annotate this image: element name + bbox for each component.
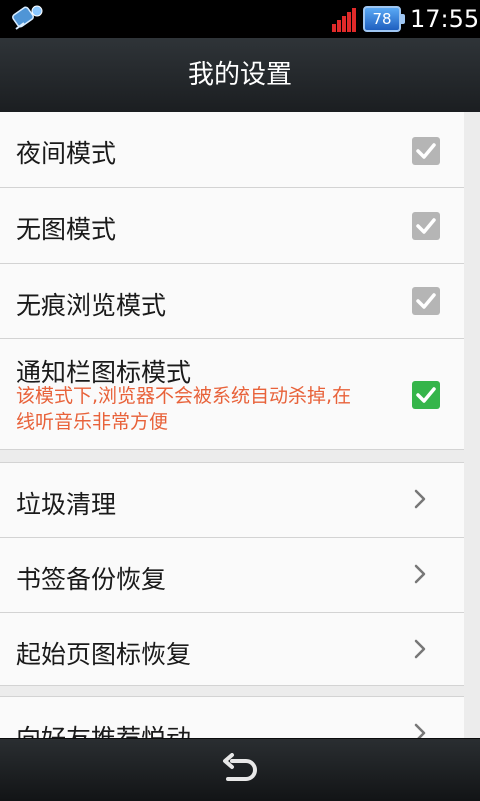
menu-row-homepage-icon-restore[interactable]: 起始页图标恢复 xyxy=(0,613,464,686)
scrollbar-track[interactable] xyxy=(464,112,480,738)
chevron-right-icon xyxy=(414,564,426,584)
clock-time: 17:55 xyxy=(410,5,480,33)
check-icon xyxy=(416,143,436,159)
title-bar: 我的设置 xyxy=(0,38,480,113)
incognito-mode-checkbox[interactable] xyxy=(412,287,440,315)
menu-row-recommend-friends[interactable]: 向好友推荐悦动 xyxy=(0,696,464,738)
check-icon xyxy=(416,293,436,309)
homepage-icon-restore-label: 起始页图标恢复 xyxy=(16,640,192,669)
battery-indicator: 78 xyxy=(363,6,405,32)
back-arrow-icon[interactable] xyxy=(220,753,260,787)
signal-bars-icon xyxy=(332,8,356,32)
setting-row-no-image-mode[interactable]: 无图模式 xyxy=(0,188,464,264)
menu-row-garbage-clean[interactable]: 垃圾清理 xyxy=(0,462,464,538)
bookmark-backup-label: 书签备份恢复 xyxy=(16,565,167,594)
no-image-mode-label: 无图模式 xyxy=(16,215,117,244)
app-notification-icon xyxy=(12,5,43,30)
chevron-right-icon xyxy=(414,723,426,738)
garbage-clean-label: 垃圾清理 xyxy=(16,490,117,519)
night-mode-checkbox[interactable] xyxy=(412,137,440,165)
page-title: 我的设置 xyxy=(187,60,292,90)
check-icon xyxy=(416,218,436,234)
check-icon xyxy=(416,387,436,403)
setting-row-incognito-mode[interactable]: 无痕浏览模式 xyxy=(0,264,464,339)
chevron-right-icon xyxy=(414,639,426,659)
notification-mode-description: 该模式下,浏览器不会被系统自动杀掉,在线听音乐非常方便 xyxy=(16,385,352,433)
recommend-friends-label: 向好友推荐悦动 xyxy=(16,719,191,738)
bottom-bar xyxy=(0,738,480,801)
night-mode-label: 夜间模式 xyxy=(16,139,117,168)
setting-row-night-mode[interactable]: 夜间模式 xyxy=(0,112,464,188)
incognito-mode-label: 无痕浏览模式 xyxy=(16,291,167,320)
status-bar: 78 17:55 xyxy=(0,0,480,38)
menu-row-bookmark-backup[interactable]: 书签备份恢复 xyxy=(0,538,464,613)
setting-row-notification-mode[interactable]: 通知栏图标模式 该模式下,浏览器不会被系统自动杀掉,在线听音乐非常方便 xyxy=(0,339,464,450)
settings-list[interactable]: 夜间模式 无图模式 无痕浏览模式 通知栏图标模式 该模式下,浏览器不会被系统自动… xyxy=(0,112,480,738)
chevron-right-icon xyxy=(414,489,426,509)
no-image-mode-checkbox[interactable] xyxy=(412,212,440,240)
notification-mode-checkbox[interactable] xyxy=(412,381,440,409)
